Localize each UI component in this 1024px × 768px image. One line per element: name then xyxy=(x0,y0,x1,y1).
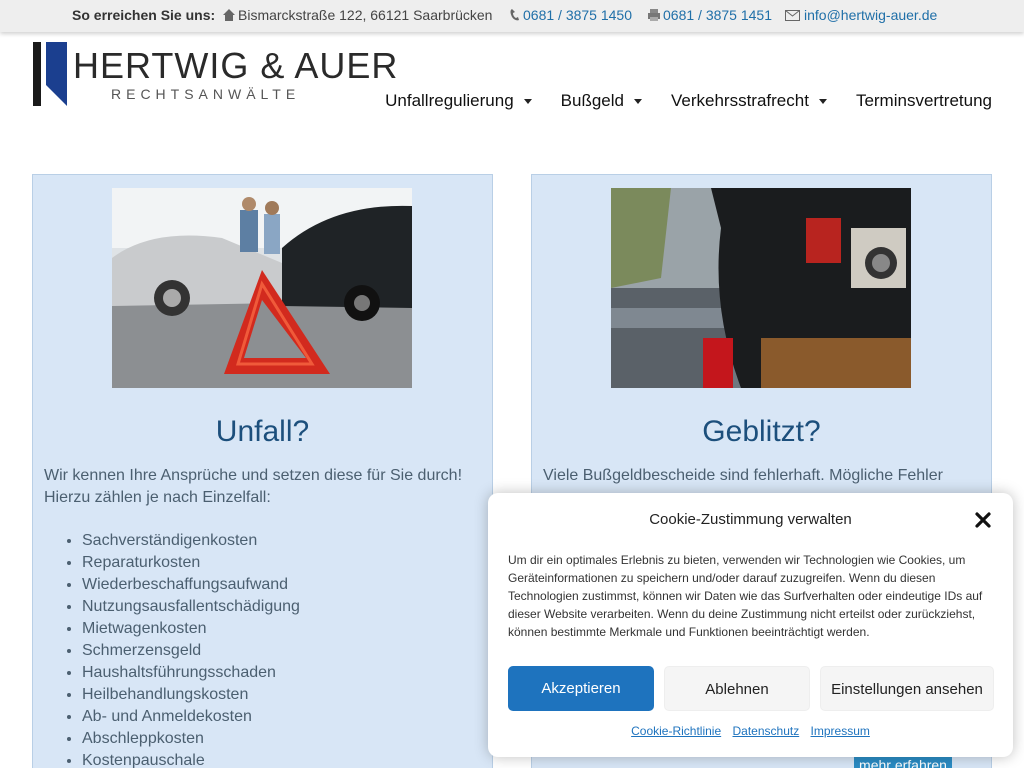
card-title: Unfall? xyxy=(215,415,310,448)
email-link[interactable]: info@hertwig-auer.de xyxy=(804,7,937,23)
chevron-down-icon xyxy=(523,98,532,104)
preferences-button[interactable]: Einstellungen ansehen xyxy=(820,666,994,711)
card-intro: Viele Bußgeldbescheide sind fehlerhaft. … xyxy=(543,467,943,484)
chevron-down-icon xyxy=(818,98,827,104)
privacy-link[interactable]: Datenschutz xyxy=(733,724,800,738)
card-intro: Wir kennen Ihre Ansprüche und setzen die… xyxy=(44,467,463,506)
address-text: Bismarckstraße 122, 66121 Saarbrücken xyxy=(238,7,493,23)
contact-bar: So erreichen Sie uns: Bismarckstraße 122… xyxy=(0,0,1024,32)
list-item: Wiederbeschaffungsaufwand xyxy=(82,574,300,596)
accept-button[interactable]: Akzeptieren xyxy=(508,666,654,711)
site-logo[interactable]: HERTWIG & AUER RECHTSANWÄLTE xyxy=(33,42,397,108)
list-item: Haushaltsführungsschaden xyxy=(82,662,300,684)
list-item: Schmerzensgeld xyxy=(82,640,300,662)
claims-list: Sachverständigenkosten Reparaturkosten W… xyxy=(82,530,300,768)
contact-lead: So erreichen Sie uns: xyxy=(72,7,216,23)
imprint-link[interactable]: Impressum xyxy=(811,724,870,738)
card-unfall: Unfall? Wir kennen Ihre Ansprüche und se… xyxy=(32,174,493,768)
phone-link[interactable]: 0681 / 3875 1450 xyxy=(523,7,632,23)
list-item: Ab- und Anmeldekosten xyxy=(82,706,300,728)
fax-link[interactable]: 0681 / 3875 1451 xyxy=(663,7,772,23)
home-icon xyxy=(223,9,235,21)
deny-button[interactable]: Ablehnen xyxy=(664,666,810,711)
fax-icon xyxy=(648,9,660,21)
logo-mark-icon xyxy=(33,42,67,106)
phone[interactable]: 0681 / 3875 1450 xyxy=(509,7,632,23)
accident-photo xyxy=(112,188,412,388)
email[interactable]: info@hertwig-auer.de xyxy=(785,7,937,23)
speed-camera-photo xyxy=(611,188,911,388)
phone-icon xyxy=(510,9,519,21)
fax[interactable]: 0681 / 3875 1451 xyxy=(647,7,772,23)
close-icon[interactable] xyxy=(974,511,992,529)
mail-icon xyxy=(785,9,800,21)
logo-name: HERTWIG & AUER xyxy=(73,45,399,86)
nav-item-terminsvertretung[interactable]: Terminsvertretung xyxy=(856,91,992,111)
list-item: Sachverständigenkosten xyxy=(82,530,300,552)
list-item: Abschleppkosten xyxy=(82,728,300,750)
nav-label: Bußgeld xyxy=(560,91,624,110)
nav-label: Terminsvertretung xyxy=(855,91,992,110)
cookie-title: Cookie-Zustimmung verwalten xyxy=(649,511,852,528)
list-item: Heilbehandlungskosten xyxy=(82,684,300,706)
nav-item-bussgeld[interactable]: Bußgeld xyxy=(561,91,642,111)
nav-item-unfallregulierung[interactable]: Unfallregulierung xyxy=(385,91,532,111)
cookie-links: Cookie-Richtlinie Datenschutz Impressum xyxy=(488,724,1013,738)
card-title: Geblitzt? xyxy=(702,415,821,448)
list-item: Kostenpauschale xyxy=(82,750,300,768)
address: Bismarckstraße 122, 66121 Saarbrücken xyxy=(222,7,492,23)
cookie-text: Um dir ein optimales Erlebnis zu bieten,… xyxy=(508,553,983,639)
chevron-down-icon xyxy=(633,98,642,104)
nav-label: Verkehrsstrafrecht xyxy=(670,91,809,110)
list-item: Reparaturkosten xyxy=(82,552,300,574)
list-item: Mietwagenkosten xyxy=(82,618,300,640)
cookie-policy-link[interactable]: Cookie-Richtlinie xyxy=(631,724,721,738)
cookie-consent-dialog: Cookie-Zustimmung verwalten Um dir ein o… xyxy=(488,493,1013,757)
nav-item-verkehrsstrafrecht[interactable]: Verkehrsstrafrecht xyxy=(671,91,827,111)
main-nav: Unfallregulierung Bußgeld Verkehrsstrafr… xyxy=(356,91,992,111)
list-item: Nutzungsausfallentschädigung xyxy=(82,596,300,618)
nav-label: Unfallregulierung xyxy=(385,91,514,110)
logo-subtitle: RECHTSANWÄLTE xyxy=(111,86,301,102)
